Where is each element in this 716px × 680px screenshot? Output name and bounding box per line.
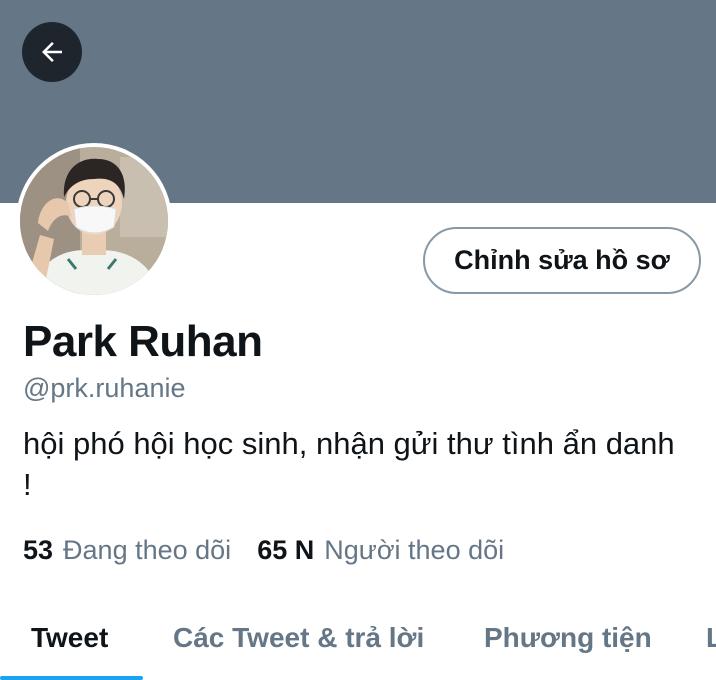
tab-likes[interactable]: L [706,600,716,676]
profile-tabs: Tweet Các Tweet & trả lời Phương tiện L [0,600,716,680]
tab-media[interactable]: Phương tiện [484,600,652,676]
edit-profile-button[interactable]: Chỉnh sửa hồ sơ [423,227,701,294]
arrow-left-icon [42,42,62,62]
followers-label: Người theo dõi [324,535,505,565]
following-link[interactable]: 53 Đang theo dõi [23,535,231,566]
back-button[interactable] [22,22,82,82]
display-name: Park Ruhan [23,317,263,366]
handle: @prk.ruhanie [23,373,186,403]
active-tab-indicator [0,676,143,680]
avatar[interactable] [16,143,172,299]
followers-count: 65 N [257,535,315,565]
profile-page: Chỉnh sửa hồ sơ Park Ruhan @prk.ruhanie … [0,0,716,680]
followers-link[interactable]: 65 N Người theo dõi [257,535,504,566]
bio: hội phó hội học sinh, nhận gửi thư tình … [23,426,675,502]
follow-stats: 53 Đang theo dõi 65 N Người theo dõi [23,535,504,566]
following-label: Đang theo dõi [63,535,232,565]
avatar-photo [20,147,168,295]
tab-tweets-replies[interactable]: Các Tweet & trả lời [173,600,424,676]
tab-tweets[interactable]: Tweet [31,600,108,676]
following-count: 53 [23,535,54,565]
